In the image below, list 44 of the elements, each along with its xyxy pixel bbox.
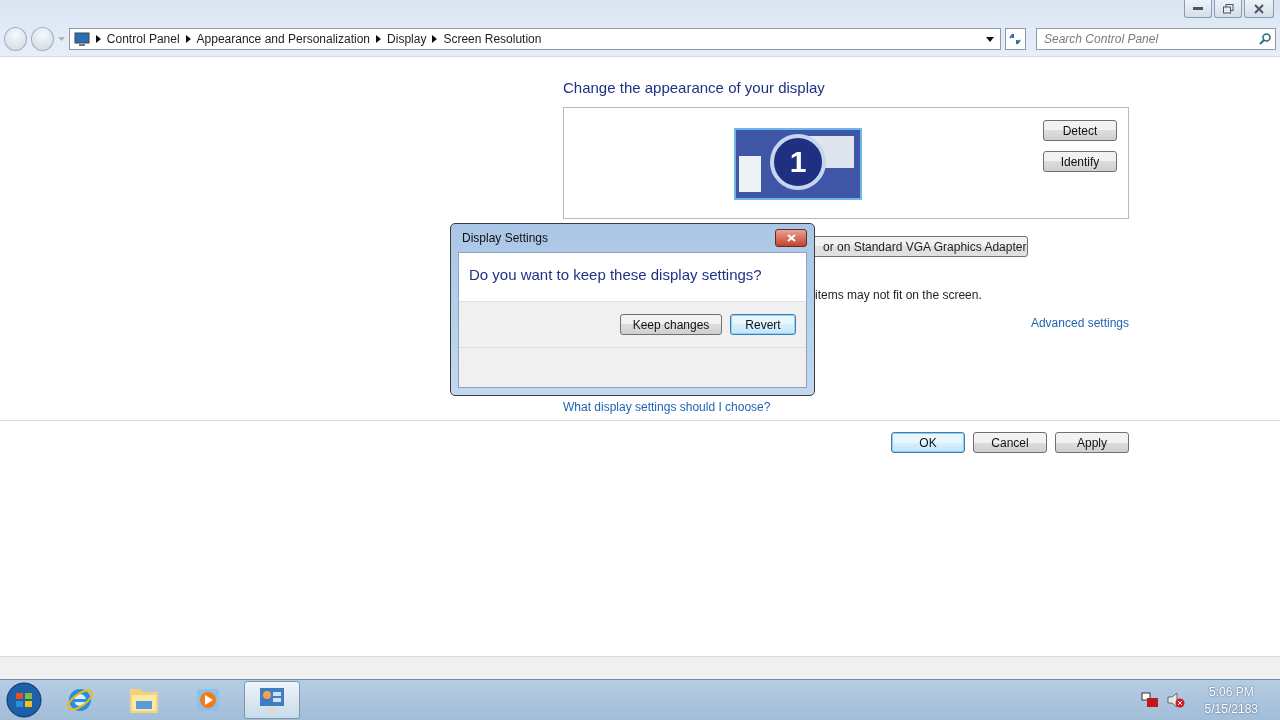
panel-button[interactable]: Detect xyxy=(1043,120,1117,141)
monitor-drawing[interactable]: 1 xyxy=(734,128,862,200)
arrow-icon xyxy=(376,35,382,43)
minimize-button[interactable] xyxy=(1184,0,1212,18)
close-button[interactable] xyxy=(775,229,807,247)
dialog-question: Do you want to keep these display settings? xyxy=(468,265,763,285)
restore-icon xyxy=(1222,3,1234,14)
control-panel-icon xyxy=(257,685,287,715)
footer-button[interactable]: OK xyxy=(891,432,965,453)
monitor-number: 1 xyxy=(789,145,807,178)
dialog-button[interactable]: Revert xyxy=(730,314,796,335)
close-icon xyxy=(1254,3,1264,14)
dialog-button[interactable]: Keep changes xyxy=(620,314,722,335)
breadcrumb[interactable]: Control Panel xyxy=(106,32,180,46)
arrow-icon xyxy=(432,35,438,43)
arrow-icon xyxy=(185,35,191,43)
close-button[interactable] xyxy=(1244,0,1274,18)
footer-button[interactable]: Apply xyxy=(1055,432,1129,453)
warning-text: items may not fit on the screen. xyxy=(814,288,983,302)
minimize-icon xyxy=(1193,6,1203,11)
restore-button[interactable] xyxy=(1214,0,1242,18)
network-icon[interactable] xyxy=(1140,692,1159,708)
breadcrumb[interactable]: Appearance and Personalization xyxy=(196,32,371,46)
search-field[interactable]: Search Control Panel xyxy=(1036,28,1276,50)
arrow-icon xyxy=(95,35,101,43)
address-bar[interactable]: Control Panel Appearance and Personalization Display Screen Resolution xyxy=(68,28,1001,50)
media-player-icon xyxy=(194,686,222,714)
help-link[interactable]: What display settings should I choose? xyxy=(563,400,771,414)
panel-button[interactable]: Identify xyxy=(1043,151,1117,172)
breadcrumb[interactable]: Screen Resolution xyxy=(443,32,542,46)
monitor-icon xyxy=(73,31,90,47)
page-heading: Change the appearance of your display xyxy=(563,79,826,96)
start-button[interactable] xyxy=(4,681,44,719)
refresh-button[interactable] xyxy=(1004,28,1026,50)
taskbar-item[interactable] xyxy=(244,681,300,719)
footer-button[interactable]: Cancel xyxy=(973,432,1047,453)
refresh-icon xyxy=(1008,33,1023,45)
breadcrumb[interactable]: Display xyxy=(387,32,427,46)
caret-icon xyxy=(58,37,65,41)
close-icon xyxy=(786,234,796,242)
dialog-title: Display Settings xyxy=(461,231,549,245)
speaker-muted-icon[interactable] xyxy=(1166,692,1185,708)
search-icon xyxy=(1259,33,1271,45)
advanced-settings-link[interactable]: Advanced settings xyxy=(1030,316,1129,330)
